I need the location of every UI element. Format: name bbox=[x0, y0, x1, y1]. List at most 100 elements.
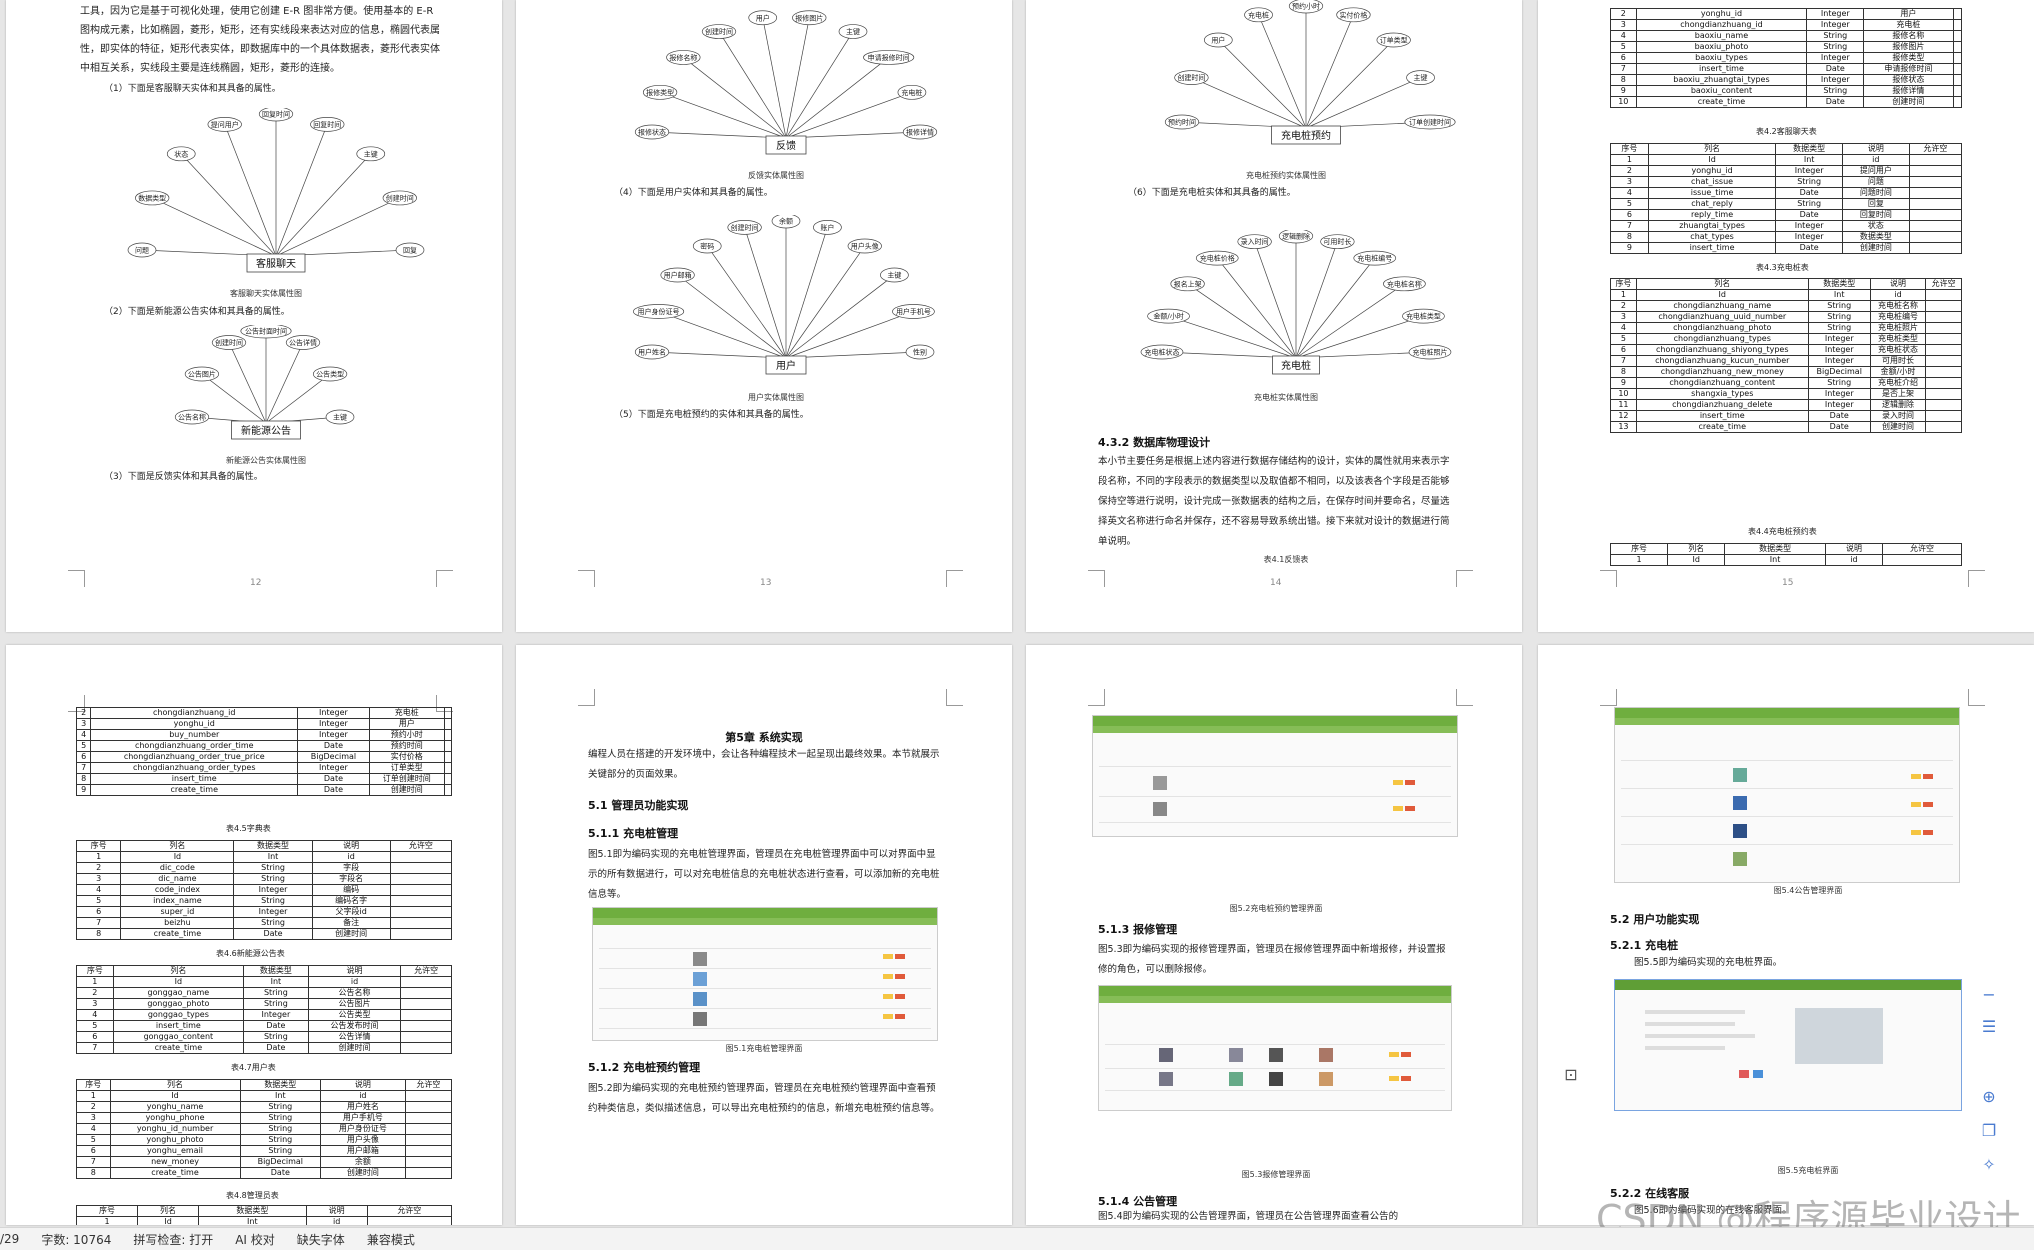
table-cell: 3 bbox=[75, 873, 122, 885]
table-row: 6 chongdianzhuang_order_true_price BigDeci… bbox=[75, 751, 453, 763]
table-cell: String bbox=[233, 895, 313, 907]
svg-text:主键: 主键 bbox=[333, 413, 347, 422]
page-counter[interactable]: /29 bbox=[0, 1232, 19, 1246]
copy-icon[interactable]: ❐ bbox=[1978, 1120, 2000, 1142]
table-cell: 余额 bbox=[320, 1156, 406, 1168]
table-cell: create_time bbox=[109, 1167, 241, 1179]
table-cell: 创建时间 bbox=[1863, 96, 1954, 108]
table-cell bbox=[1952, 52, 1963, 64]
table-caption: 表4.5字典表 bbox=[226, 824, 271, 833]
table-cell: 公告详情 bbox=[307, 1031, 402, 1043]
missing-font-warning[interactable]: 缺失字体 bbox=[297, 1231, 345, 1248]
table-cell: Date bbox=[243, 1042, 309, 1054]
table-cell: zhuangtai_types bbox=[1647, 220, 1777, 232]
table-header-cell: 列名 bbox=[1667, 543, 1726, 555]
table-cell: 公告发布时间 bbox=[307, 1020, 402, 1032]
table-header-cell: 允许空 bbox=[1925, 278, 1962, 290]
svg-text:报修状态: 报修状态 bbox=[638, 128, 666, 137]
table-cell: 5 bbox=[1610, 41, 1637, 53]
table-cell: String bbox=[233, 862, 313, 874]
minimize-icon[interactable]: − bbox=[1978, 984, 2000, 1006]
table-cell: yonghu_id_number bbox=[109, 1123, 241, 1135]
word-count[interactable]: 字数: 10764 bbox=[41, 1231, 111, 1248]
er-attribute: 充电桩名称 bbox=[1383, 276, 1426, 292]
er-attribute: 用户姓名 bbox=[634, 344, 670, 360]
table-header-cell: 列名 bbox=[137, 1205, 200, 1217]
table-cell: insert_time bbox=[112, 1020, 245, 1032]
table-cell: chongdianzhuang_types bbox=[1635, 333, 1809, 345]
table-cell: yonghu_photo bbox=[109, 1134, 241, 1146]
ai-icon[interactable]: ✧ bbox=[1978, 1154, 2000, 1176]
svg-text:录入时间: 录入时间 bbox=[1241, 237, 1269, 246]
table-cell: Int bbox=[243, 976, 309, 988]
table-cell: 提问用户 bbox=[1841, 165, 1910, 177]
table-cell: id bbox=[1824, 554, 1884, 566]
table-cell: 8 bbox=[75, 773, 92, 785]
zoom-in-icon[interactable]: ⊕ bbox=[1978, 1086, 2000, 1108]
table-header-cell: 序号 bbox=[75, 840, 122, 852]
table-cell bbox=[1952, 30, 1963, 42]
table-row: 1 Id Int id bbox=[75, 1216, 453, 1225]
table-cell bbox=[1925, 410, 1962, 422]
er-attribute: 订单类型 bbox=[1376, 32, 1411, 48]
table-cell: 用户手机号 bbox=[320, 1112, 406, 1124]
er-attribute: 密码 bbox=[692, 238, 722, 254]
table-cell: Date bbox=[1807, 421, 1871, 433]
document-page-13: 报修状态 报修类型 报修名称 创建时间 用户 报修图片 主键 申请报修时间 充电桩 报修详情 反馈 … bbox=[516, 0, 1012, 632]
table-cell: yonghu_id bbox=[1635, 8, 1808, 20]
frame-icon[interactable]: ⊡ bbox=[1560, 1064, 1582, 1086]
table-cell: yonghu_email bbox=[109, 1145, 241, 1157]
table-cell: chongdianzhuang_order_true_price bbox=[90, 751, 299, 763]
table-cell bbox=[443, 718, 453, 730]
table-cell bbox=[1952, 74, 1963, 86]
table-cell bbox=[1908, 176, 1963, 188]
figure-caption: 用户实体属性图 bbox=[748, 393, 804, 402]
table-cell bbox=[400, 1031, 452, 1043]
table-cell: String bbox=[1807, 377, 1871, 389]
table-cell: chongdianzhuang_kucun_number bbox=[1635, 355, 1809, 367]
ai-proofread-button[interactable]: AI 校对 bbox=[235, 1231, 275, 1248]
svg-text:报修名称: 报修名称 bbox=[669, 53, 697, 62]
er-attribute: 余额 bbox=[771, 213, 801, 229]
table-cell: 编码 bbox=[311, 884, 391, 896]
table-cell: Integer bbox=[297, 762, 370, 774]
er-entity-label: 新能源公告 bbox=[241, 424, 291, 437]
table-row: 13 create_time Date 创建时间 bbox=[1610, 421, 1962, 433]
table-header-cell: 数据类型 bbox=[1724, 543, 1826, 555]
document-page-17: 第5章 系统实现 编程人员在搭建的开发环境中，会让各种编程技术一起呈现出最终效果… bbox=[516, 645, 1012, 1225]
er-attribute: 充电桩状态 bbox=[1140, 344, 1184, 360]
table-row: 4 chongdianzhuang_photo String 充电桩照片 bbox=[1610, 322, 1962, 334]
table-cell: 预约时间 bbox=[368, 740, 445, 752]
screenshot-charger-user[interactable] bbox=[1614, 979, 1962, 1111]
table-row: 7 create_time Date 创建时间 bbox=[76, 1042, 452, 1054]
table-reservation: 序号 列名 数据类型 说明 允许空 1 Id Int id bbox=[1609, 543, 1962, 566]
table-cell: issue_time bbox=[1647, 187, 1777, 199]
table-cell: 7 bbox=[76, 1156, 111, 1168]
svg-text:订单类型: 订单类型 bbox=[1380, 35, 1408, 44]
table-cell bbox=[1925, 388, 1962, 400]
table-cell: id bbox=[1869, 289, 1927, 301]
page-paragraph: 本小节主要任务是根据上述内容进行数据存储结构的设计，实体的属性就用来表示字段名称… bbox=[1098, 456, 1450, 547]
table-row: 3 chongdianzhuang_uuid_number String 充电桩编号 bbox=[1610, 311, 1962, 323]
page-corner-mark bbox=[946, 570, 963, 587]
table-row: 2 yonghu_id Integer 提问用户 bbox=[1610, 165, 1963, 177]
table-row: 6 reply_time Date 回复时间 bbox=[1610, 209, 1963, 221]
table-cell: 问题 bbox=[1841, 176, 1910, 188]
table-cell: 11 bbox=[1610, 399, 1637, 411]
er-attribute: 账户 bbox=[813, 220, 842, 235]
table-cell: Id bbox=[1667, 554, 1726, 566]
svg-text:报修类型: 报修类型 bbox=[646, 88, 674, 97]
table-cell: 6 bbox=[75, 751, 92, 763]
table-row: 8 create_time Date 创建时间 bbox=[75, 928, 453, 940]
table-cell: gonggao_photo bbox=[112, 998, 245, 1010]
svg-text:回复时间: 回复时间 bbox=[262, 110, 290, 119]
table-cell: String bbox=[239, 1134, 322, 1146]
table-row: 5 insert_time Date 公告发布时间 bbox=[76, 1020, 452, 1032]
layout-icon[interactable]: ☰ bbox=[1978, 1016, 2000, 1038]
table-row: 3 chongdianzhuang_id Integer 充电桩 bbox=[1610, 19, 1963, 31]
svg-text:公告封面时间: 公告封面时间 bbox=[245, 327, 287, 336]
table-row: 3 yonghu_phone String 用户手机号 bbox=[76, 1112, 453, 1124]
spell-check-toggle[interactable]: 拼写检查: 打开 bbox=[133, 1231, 213, 1248]
table-cell: 2 bbox=[1610, 8, 1637, 20]
page-number: 12 bbox=[250, 578, 262, 588]
